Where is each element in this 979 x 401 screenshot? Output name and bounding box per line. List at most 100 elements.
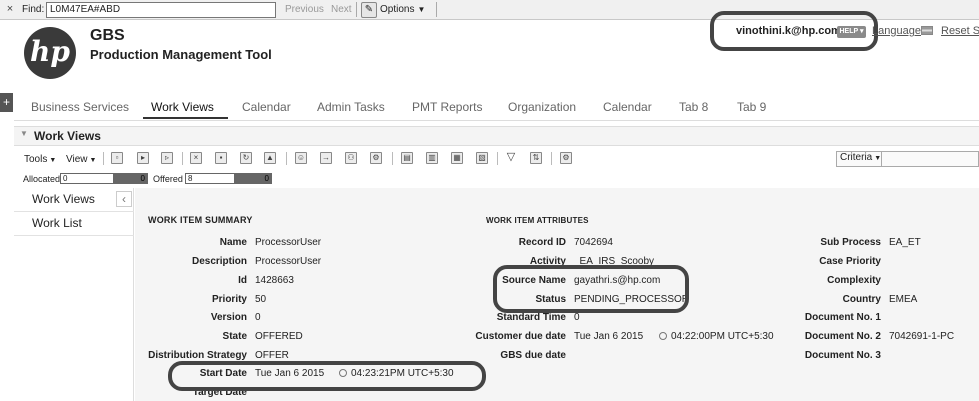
nav-item-work-list[interactable]: Work List bbox=[14, 212, 134, 236]
tab-calendar-2[interactable]: Calendar bbox=[603, 100, 652, 114]
help-label: HELP bbox=[839, 28, 859, 35]
sort-icon[interactable]: ⇅ bbox=[530, 152, 542, 164]
tab-pmt-reports[interactable]: PMT Reports bbox=[412, 100, 482, 114]
customer-due-time: 04:22:00PM UTC+5:30 bbox=[659, 331, 774, 342]
toolbar-divider bbox=[103, 152, 104, 165]
view-columns-icon[interactable]: ▧ bbox=[476, 152, 488, 164]
highlight-oval-source-status bbox=[493, 265, 689, 313]
open-item-icon[interactable]: ▫ bbox=[111, 152, 123, 164]
tab-admin-tasks[interactable]: Admin Tasks bbox=[317, 100, 385, 114]
cancel-item-icon[interactable]: × bbox=[190, 152, 202, 164]
field-value-state: OFFERED bbox=[255, 331, 303, 342]
field-value-priority: 50 bbox=[255, 294, 267, 305]
find-divider bbox=[356, 2, 357, 17]
chevron-down-icon: ▼ bbox=[417, 5, 426, 14]
tools-menu-label: Tools bbox=[24, 154, 48, 165]
view-grid-icon[interactable]: ▦ bbox=[451, 152, 463, 164]
field-label: GBS due date bbox=[500, 350, 566, 361]
field-label: Version bbox=[210, 312, 247, 323]
user-email: vinothini.k@hp.com bbox=[736, 25, 841, 37]
find-previous-button[interactable]: Previous bbox=[285, 4, 324, 15]
field-label: Document No. 2 bbox=[804, 331, 881, 342]
field-label: Customer due date bbox=[475, 331, 566, 342]
tab-business-services[interactable]: Business Services bbox=[31, 100, 129, 114]
view-menu[interactable]: View ▼ bbox=[66, 154, 96, 165]
forward-item-icon[interactable]: ▹ bbox=[161, 152, 173, 164]
criteria-dropdown[interactable]: Criteria ▼ bbox=[836, 151, 882, 167]
field-label: Standard Time bbox=[496, 312, 566, 323]
collapse-nav-button[interactable]: ‹ bbox=[116, 191, 132, 207]
pencil-icon: ✎ bbox=[361, 1, 377, 18]
toolbar-divider bbox=[286, 152, 287, 165]
field-label: Sub Process bbox=[820, 237, 881, 248]
skip-item-icon[interactable]: ▪ bbox=[215, 152, 227, 164]
field-value-id: 1428663 bbox=[255, 275, 294, 286]
toolbar-divider bbox=[182, 152, 183, 165]
field-label: Priority bbox=[211, 294, 247, 305]
tab-calendar[interactable]: Calendar bbox=[242, 100, 291, 114]
highlight-oval-start-date bbox=[168, 361, 486, 391]
reassign-user-icon[interactable]: → bbox=[320, 152, 332, 164]
tab-9[interactable]: Tab 9 bbox=[737, 100, 766, 114]
allocate-item-icon[interactable]: ▸ bbox=[137, 152, 149, 164]
field-value-country: EMEA bbox=[889, 294, 918, 305]
allocated-label: Allocated bbox=[23, 174, 61, 184]
app-subtitle: Production Management Tool bbox=[90, 47, 272, 62]
field-label: Distribution Strategy bbox=[148, 350, 247, 361]
field-label: Complexity bbox=[827, 275, 881, 286]
field-label: Case Priority bbox=[819, 256, 881, 267]
field-value-standard-time: 0 bbox=[574, 312, 580, 323]
reset-settings-link[interactable]: Reset Se bbox=[941, 25, 979, 37]
field-value-name: ProcessorUser bbox=[255, 237, 322, 248]
group-users-icon[interactable]: ⚇ bbox=[345, 152, 357, 164]
chevron-down-icon: ▼ bbox=[874, 155, 882, 162]
find-options-label: Options bbox=[380, 4, 415, 15]
field-label: Country bbox=[842, 294, 881, 305]
help-button[interactable]: HELP ▾ bbox=[837, 26, 866, 38]
user-settings-icon[interactable]: ⚙ bbox=[370, 152, 382, 164]
tab-work-views[interactable]: Work Views bbox=[151, 100, 214, 114]
tabs-divider bbox=[14, 120, 979, 121]
chevron-down-icon: ▼ bbox=[49, 157, 57, 164]
field-value-sub-process: EA_ET bbox=[889, 237, 921, 248]
allocated-max: 0 bbox=[140, 174, 145, 183]
chevron-down-icon: ▼ bbox=[89, 157, 97, 164]
field-label: Name bbox=[219, 237, 247, 248]
view-details-icon[interactable]: ▤ bbox=[401, 152, 413, 164]
tab-8[interactable]: Tab 8 bbox=[679, 100, 708, 114]
app-title: GBS bbox=[90, 27, 125, 44]
field-value-description: ProcessorUser bbox=[255, 256, 322, 267]
field-value-distribution-strategy: OFFER bbox=[255, 350, 289, 361]
close-find-icon[interactable]: × bbox=[4, 3, 16, 15]
collapse-portlet-icon[interactable]: ▼ bbox=[20, 129, 28, 138]
find-next-button[interactable]: Next bbox=[331, 4, 352, 15]
field-label: Record ID bbox=[518, 237, 566, 248]
find-divider bbox=[436, 2, 437, 17]
assign-user-icon[interactable]: ☺ bbox=[295, 152, 307, 164]
language-link[interactable]: Language bbox=[872, 25, 921, 37]
portlet-header bbox=[14, 126, 979, 146]
find-input[interactable]: L0M47EA#ABD bbox=[46, 2, 276, 18]
field-value-document-no-2: 7042691-1-PC bbox=[889, 331, 955, 342]
view-menu-label: View bbox=[66, 154, 88, 165]
criteria-label: Criteria bbox=[840, 152, 873, 163]
active-tab-indicator bbox=[143, 117, 228, 119]
toolbar-divider bbox=[392, 152, 393, 165]
offered-count: 8 bbox=[188, 174, 193, 183]
field-value-version: 0 bbox=[255, 312, 261, 323]
find-options-button[interactable]: ✎ Options ▼ bbox=[361, 1, 433, 18]
view-list-icon[interactable]: ▥ bbox=[426, 152, 438, 164]
field-value-record-id: 7042694 bbox=[574, 237, 613, 248]
tab-organization[interactable]: Organization bbox=[508, 100, 576, 114]
refresh-icon[interactable]: ↻ bbox=[240, 152, 252, 164]
toolbar-divider bbox=[551, 152, 552, 165]
allocated-progress: 0 0 bbox=[60, 173, 148, 184]
settings-icon[interactable]: ⚙ bbox=[560, 152, 572, 164]
hp-logo: hp bbox=[24, 27, 76, 79]
offered-max: 0 bbox=[264, 174, 269, 183]
tools-menu[interactable]: Tools ▼ bbox=[24, 154, 56, 165]
priority-icon[interactable]: ▲ bbox=[264, 152, 276, 164]
portlet-title: Work Views bbox=[34, 129, 101, 143]
filter-icon[interactable]: ▽ bbox=[505, 152, 517, 164]
find-label: Find: bbox=[22, 4, 45, 15]
